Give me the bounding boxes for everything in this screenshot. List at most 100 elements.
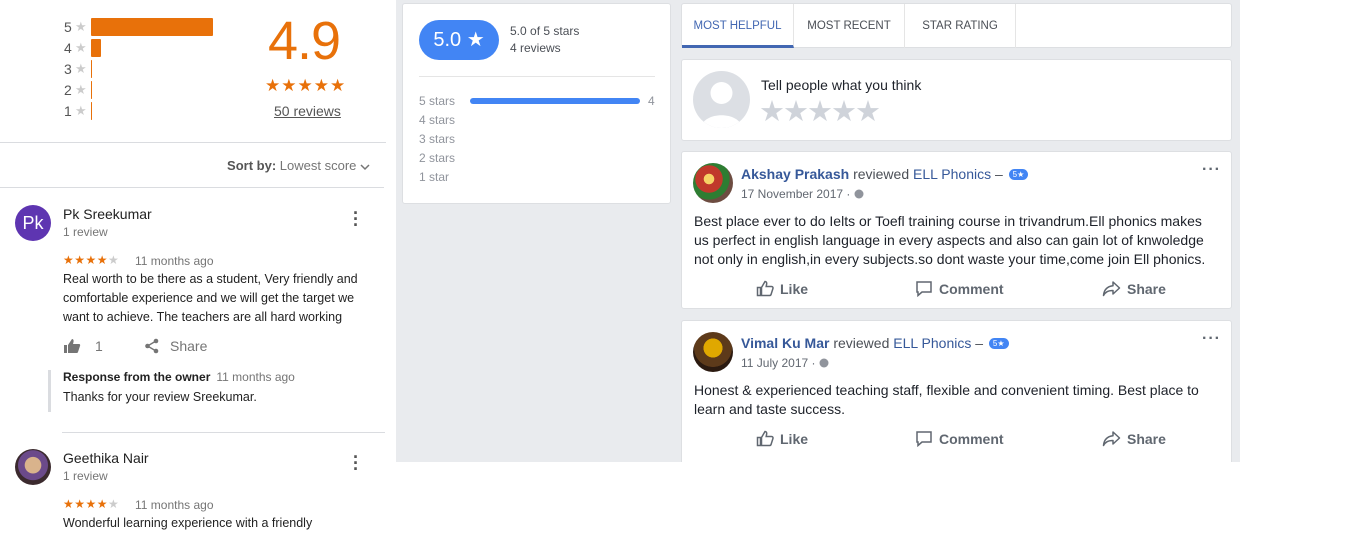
rating-badge: 5★ bbox=[988, 338, 1009, 349]
rating-row-1[interactable]: 1 star bbox=[419, 170, 469, 184]
rating-pill: 5.0 ★ bbox=[419, 20, 499, 60]
avatar[interactable] bbox=[15, 449, 51, 485]
globe-icon bbox=[854, 189, 864, 199]
owner-response: Response from the owner 11 months ago Tha… bbox=[48, 370, 384, 412]
rating-row-fill bbox=[470, 98, 640, 104]
histogram-bar bbox=[91, 18, 213, 36]
review-stars: ★★★★★ bbox=[63, 253, 119, 267]
like-button[interactable]: 1 bbox=[63, 338, 103, 354]
user-avatar bbox=[693, 71, 750, 128]
avatar[interactable]: Pk bbox=[15, 205, 51, 241]
review-time: 11 months ago bbox=[135, 254, 214, 268]
divider bbox=[0, 187, 384, 188]
histogram-bar bbox=[91, 39, 101, 57]
star-icon: ★ bbox=[75, 82, 87, 97]
rating-row-3[interactable]: 3 stars bbox=[419, 132, 469, 146]
more-options-icon[interactable]: ··· bbox=[350, 448, 362, 478]
sort-dropdown[interactable]: Sort by: Lowest score bbox=[227, 158, 370, 173]
review-count-link[interactable]: 50 reviews bbox=[274, 103, 341, 119]
post-date-text: 11 July 2017 · bbox=[741, 356, 816, 370]
share-label: Share bbox=[1127, 280, 1166, 297]
divider bbox=[0, 142, 386, 143]
sort-value: Lowest score bbox=[279, 158, 357, 173]
like-button[interactable]: Like bbox=[756, 430, 808, 447]
review-time: 11 months ago bbox=[135, 498, 214, 512]
share-button[interactable]: Share bbox=[1102, 430, 1166, 447]
reviewer-name[interactable]: Geethika Nair bbox=[63, 450, 149, 466]
histogram-bar bbox=[91, 81, 92, 99]
stars-empty: ★ bbox=[108, 497, 120, 511]
like-count: 1 bbox=[95, 338, 103, 354]
histogram-label: 5 bbox=[64, 19, 72, 35]
like-button[interactable]: Like bbox=[756, 280, 808, 297]
review-count: 4 reviews bbox=[510, 41, 561, 55]
share-arrow-icon bbox=[1102, 281, 1121, 297]
rating-row-label: 3 stars bbox=[419, 132, 456, 146]
star-icon: ★ bbox=[75, 19, 87, 34]
facebook-reviews-panel: 5.0 ★ 5.0 of 5 stars 4 reviews 5 stars 4… bbox=[396, 0, 1240, 462]
globe-icon bbox=[819, 358, 829, 368]
post-page[interactable]: ELL Phonics bbox=[913, 166, 991, 182]
share-button[interactable]: Share bbox=[1102, 280, 1166, 297]
rating-badge: 5★ bbox=[1008, 169, 1029, 180]
google-reviews-panel: 5 ★ 4 ★ 3 ★ 2 ★ 1 ★ 4.9 ★★★★★ 50 reviews… bbox=[0, 0, 386, 549]
post-author[interactable]: Akshay Prakash bbox=[741, 166, 849, 182]
reviewer-review-count: 1 review bbox=[63, 225, 108, 239]
comment-button[interactable]: Comment bbox=[915, 280, 1004, 297]
review-post: Akshay Prakash reviewed ELL Phonics – 5★… bbox=[681, 151, 1232, 309]
rating-row-count: 4 bbox=[648, 94, 655, 108]
thumbs-up-icon bbox=[64, 339, 81, 353]
more-options-icon[interactable]: ··· bbox=[1202, 330, 1221, 348]
tab-most-helpful[interactable]: MOST HELPFUL bbox=[682, 4, 794, 48]
post-page[interactable]: ELL Phonics bbox=[893, 335, 971, 351]
comment-label: Comment bbox=[939, 430, 1004, 447]
post-author[interactable]: Vimal Ku Mar bbox=[741, 335, 829, 351]
rating-summary-card: 5.0 ★ 5.0 of 5 stars 4 reviews 5 stars 4… bbox=[402, 3, 671, 204]
stars-filled: ★★★★ bbox=[63, 253, 109, 267]
rating-row-2[interactable]: 2 stars bbox=[419, 151, 469, 165]
share-arrow-icon bbox=[1102, 431, 1121, 447]
tab-most-recent[interactable]: MOST RECENT bbox=[794, 4, 905, 48]
average-stars: ★★★★★ bbox=[265, 76, 347, 95]
sort-tabs: MOST HELPFUL MOST RECENT STAR RATING bbox=[681, 3, 1232, 48]
sort-label: Sort by: bbox=[227, 158, 277, 173]
more-options-icon[interactable]: ··· bbox=[1202, 161, 1221, 179]
share-button[interactable]: Share bbox=[144, 338, 207, 354]
share-icon bbox=[145, 338, 159, 354]
person-silhouette-icon bbox=[701, 82, 742, 128]
avatar[interactable] bbox=[693, 332, 733, 372]
review-text: Real worth to be there as a student, Ver… bbox=[63, 272, 358, 324]
reviewer-name[interactable]: Pk Sreekumar bbox=[63, 206, 152, 222]
histogram-row-3: 3 ★ bbox=[64, 59, 92, 79]
review-stars: ★★★★★ bbox=[63, 497, 119, 511]
response-title-text: Response from the owner bbox=[63, 370, 211, 384]
stars-empty: ★ bbox=[108, 253, 120, 267]
avatar[interactable] bbox=[693, 163, 733, 203]
star-rating-input[interactable]: ★★★★★ bbox=[759, 94, 881, 129]
post-header: Akshay Prakash reviewed ELL Phonics – 5★ bbox=[741, 166, 1029, 182]
rating-row-label: 1 star bbox=[419, 170, 450, 184]
histogram-row-2: 2 ★ bbox=[64, 80, 92, 100]
rating-row-4[interactable]: 4 stars bbox=[419, 113, 469, 127]
tab-star-rating[interactable]: STAR RATING bbox=[905, 4, 1016, 48]
divider bbox=[419, 76, 655, 77]
post-verb: reviewed bbox=[853, 166, 910, 182]
response-title: Response from the owner 11 months ago bbox=[63, 370, 384, 384]
write-review-card: Tell people what you think ★★★★★ bbox=[681, 59, 1232, 141]
star-icon: ★ bbox=[75, 61, 87, 76]
stars-filled: ★★★★ bbox=[63, 497, 109, 511]
post-dash: – bbox=[975, 335, 984, 351]
response-text: Thanks for your review Sreekumar. bbox=[63, 390, 257, 404]
rating-row-track bbox=[470, 98, 640, 104]
write-review-prompt[interactable]: Tell people what you think bbox=[761, 77, 921, 93]
post-date[interactable]: 11 July 2017 · bbox=[741, 356, 829, 370]
reviewer-review-count: 1 review bbox=[63, 469, 108, 483]
comment-button[interactable]: Comment bbox=[915, 430, 1004, 447]
histogram-label: 2 bbox=[64, 82, 72, 98]
share-label: Share bbox=[1127, 430, 1166, 447]
more-options-icon[interactable]: ··· bbox=[350, 204, 362, 234]
thumbs-up-icon bbox=[756, 430, 774, 447]
post-date[interactable]: 17 November 2017 · bbox=[741, 187, 864, 201]
chevron-down-icon bbox=[360, 164, 370, 170]
rating-row-5[interactable]: 5 stars 4 bbox=[419, 94, 655, 108]
